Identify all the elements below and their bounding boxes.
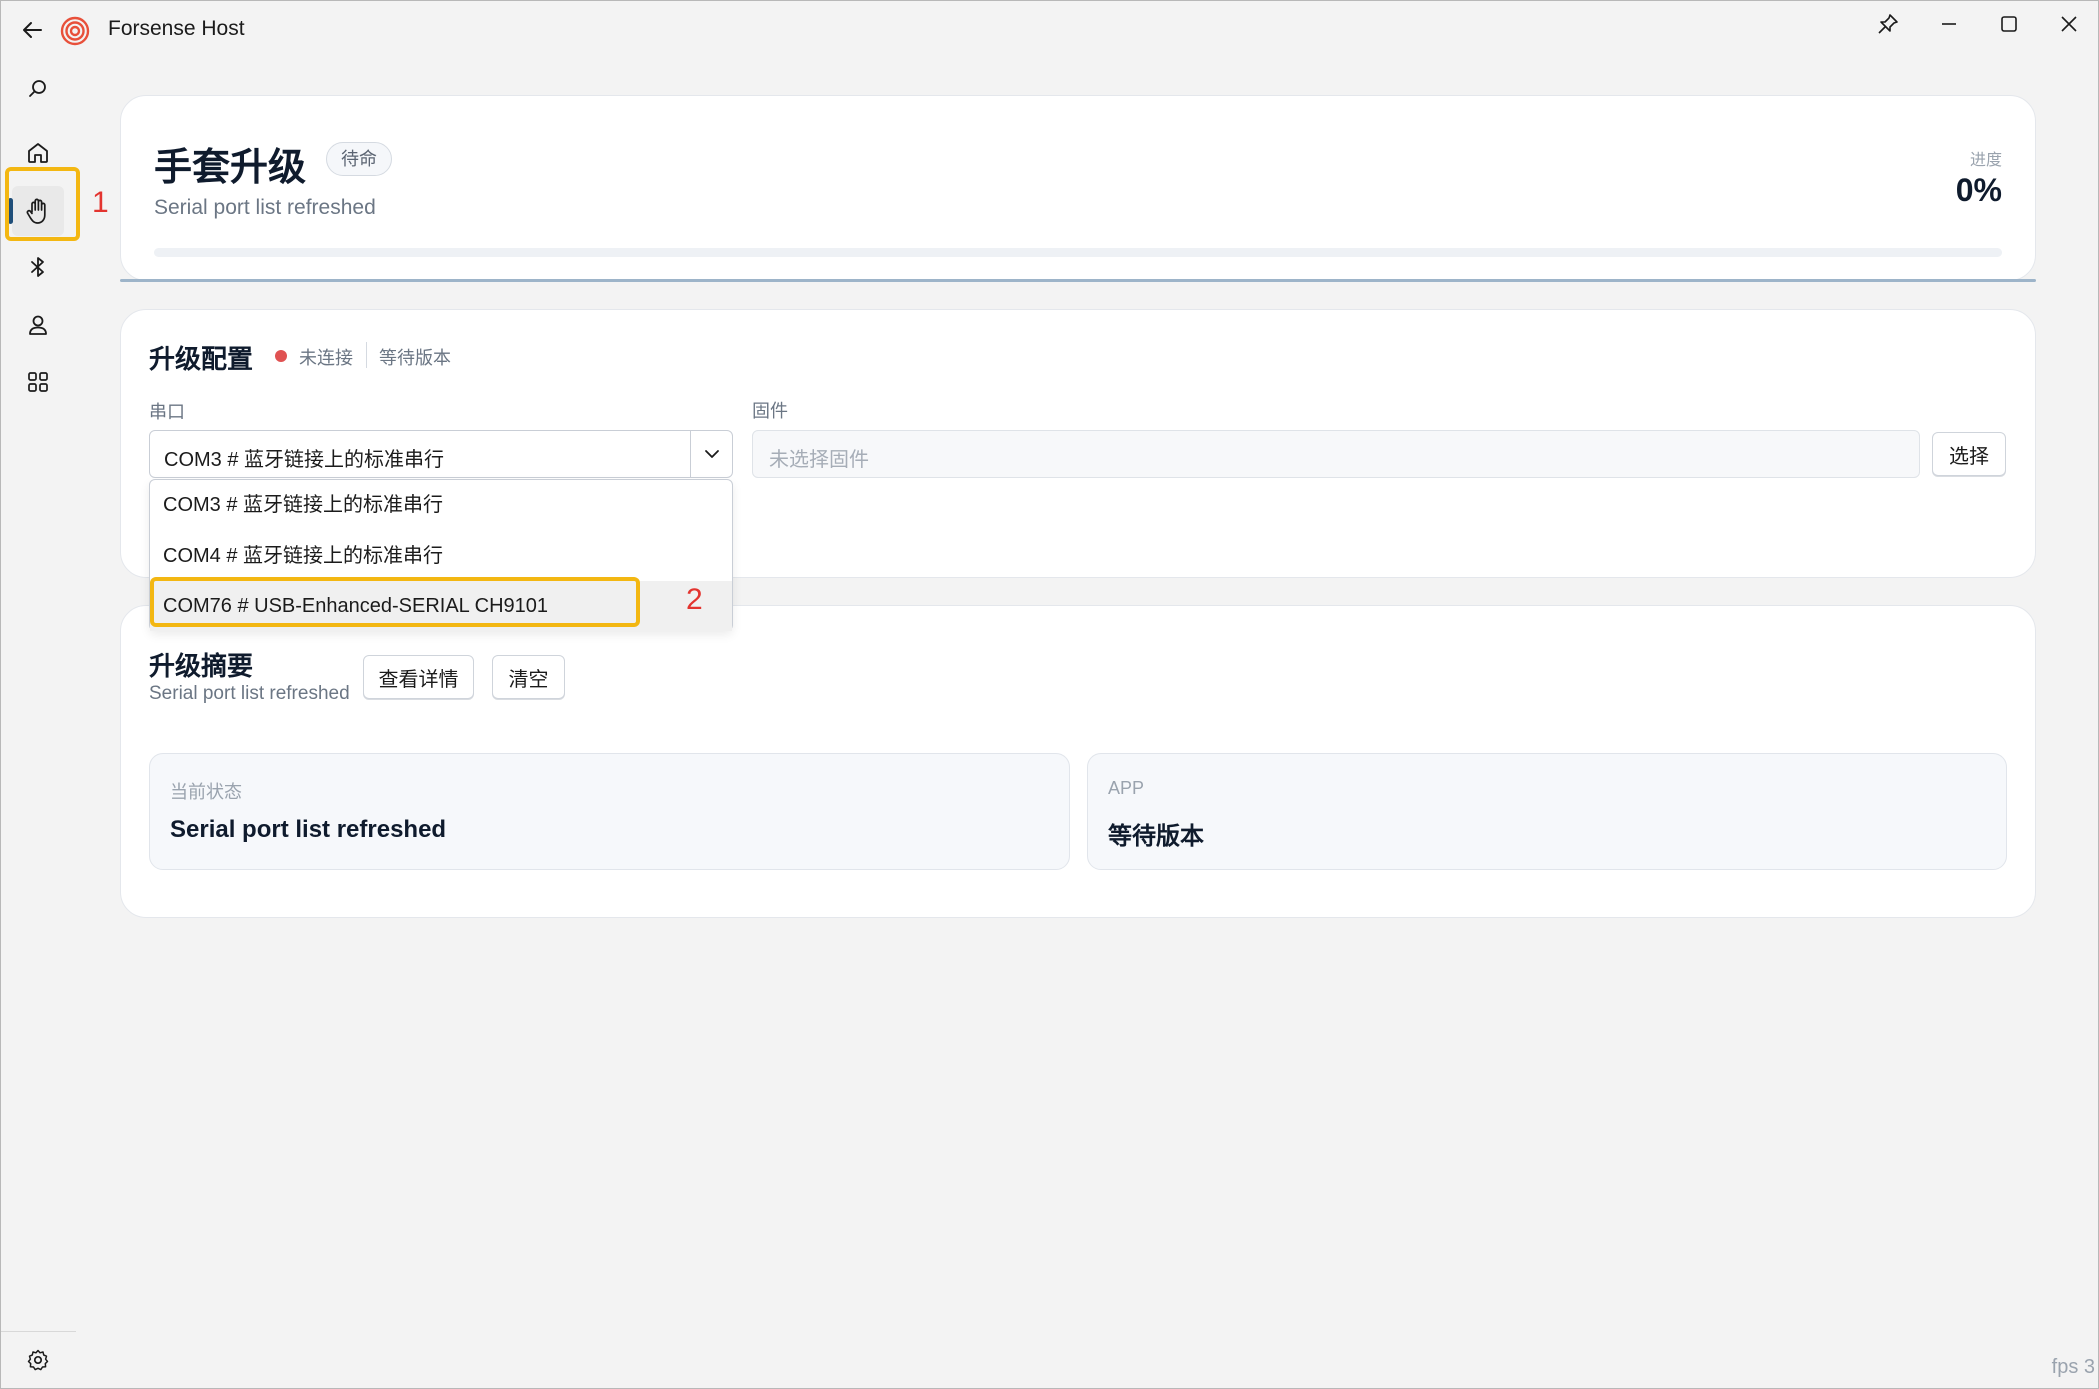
gear-icon (27, 1349, 49, 1371)
progress-value: 0% (1955, 172, 2002, 208)
app-label: APP (1108, 778, 1145, 798)
fps-counter: fps 3 (2051, 1356, 2095, 1378)
firmware-label: 固件 (752, 401, 788, 421)
firmware-field[interactable]: 未选择固件 (752, 430, 1920, 478)
port-option[interactable]: COM3 # 蓝牙链接上的标准串行 (150, 480, 732, 530)
current-state-card: 当前状态 Serial port list refreshed (149, 753, 1070, 870)
header-card-accent (120, 279, 2036, 282)
config-title: 升级配置 (149, 345, 254, 375)
sidebar-item-user[interactable] (12, 300, 64, 350)
window-title: Forsense Host (108, 17, 245, 40)
annotation-marker-1: 1 (92, 186, 109, 219)
clear-button[interactable]: 清空 (492, 655, 565, 699)
summary-subtitle: Serial port list refreshed (149, 683, 350, 704)
firmware-placeholder: 未选择固件 (769, 449, 869, 471)
status-separator (366, 342, 367, 368)
minimize-button[interactable] (1927, 8, 1971, 40)
pin-icon (1878, 14, 1898, 34)
progress-label: 进度 (1969, 152, 2002, 169)
port-option[interactable]: COM4 # 蓝牙链接上的标准串行 (150, 531, 732, 581)
user-icon (29, 315, 47, 335)
sidebar-item-bluetooth[interactable] (12, 242, 64, 292)
port-label: 串口 (149, 402, 185, 422)
current-state-label: 当前状态 (170, 782, 242, 802)
back-arrow-icon (23, 22, 42, 38)
search-icon (29, 80, 46, 97)
choose-firmware-button[interactable]: 选择 (1932, 432, 2006, 476)
sidebar-divider (0, 1331, 76, 1332)
maximize-button[interactable] (1987, 8, 2031, 40)
highlight-box-2 (150, 577, 640, 627)
status-badge: 待命 (326, 142, 392, 176)
progress-bar (154, 248, 2002, 257)
connection-status: 未连接 (299, 348, 353, 368)
maximize-icon (2001, 16, 2017, 32)
title-bar: Forsense Host (0, 0, 2099, 58)
app-value: 等待版本 (1108, 823, 1204, 850)
chevron-down-icon (704, 450, 719, 458)
pin-button[interactable] (1866, 8, 1910, 40)
back-button[interactable] (16, 14, 48, 46)
grid-icon (28, 372, 48, 392)
sidebar-item-apps[interactable] (12, 357, 64, 407)
annotation-marker-2: 2 (686, 583, 703, 616)
port-select-toggle[interactable] (690, 431, 732, 477)
sidebar (0, 58, 76, 1389)
close-button[interactable] (2047, 8, 2091, 40)
version-status: 等待版本 (379, 348, 451, 368)
current-state-value: Serial port list refreshed (170, 816, 447, 843)
sidebar-item-search[interactable] (12, 64, 64, 114)
home-icon (28, 143, 48, 163)
port-select[interactable]: COM3 # 蓝牙链接上的标准串行 (149, 430, 733, 478)
disconnected-dot (275, 350, 287, 362)
view-details-button[interactable]: 查看详情 (363, 655, 474, 699)
summary-title: 升级摘要 (149, 652, 254, 682)
highlight-box-1 (5, 167, 80, 241)
port-select-value: COM3 # 蓝牙链接上的标准串行 (164, 449, 445, 471)
app-version-card: APP 等待版本 (1087, 753, 2007, 870)
minimize-icon (1942, 23, 1956, 25)
close-icon (2061, 16, 2077, 32)
header-subtitle: Serial port list refreshed (154, 196, 376, 219)
sidebar-item-settings[interactable] (12, 1335, 64, 1385)
bluetooth-icon (31, 257, 44, 277)
app-logo-icon (60, 16, 90, 46)
page-title: 手套升级 (154, 145, 307, 189)
